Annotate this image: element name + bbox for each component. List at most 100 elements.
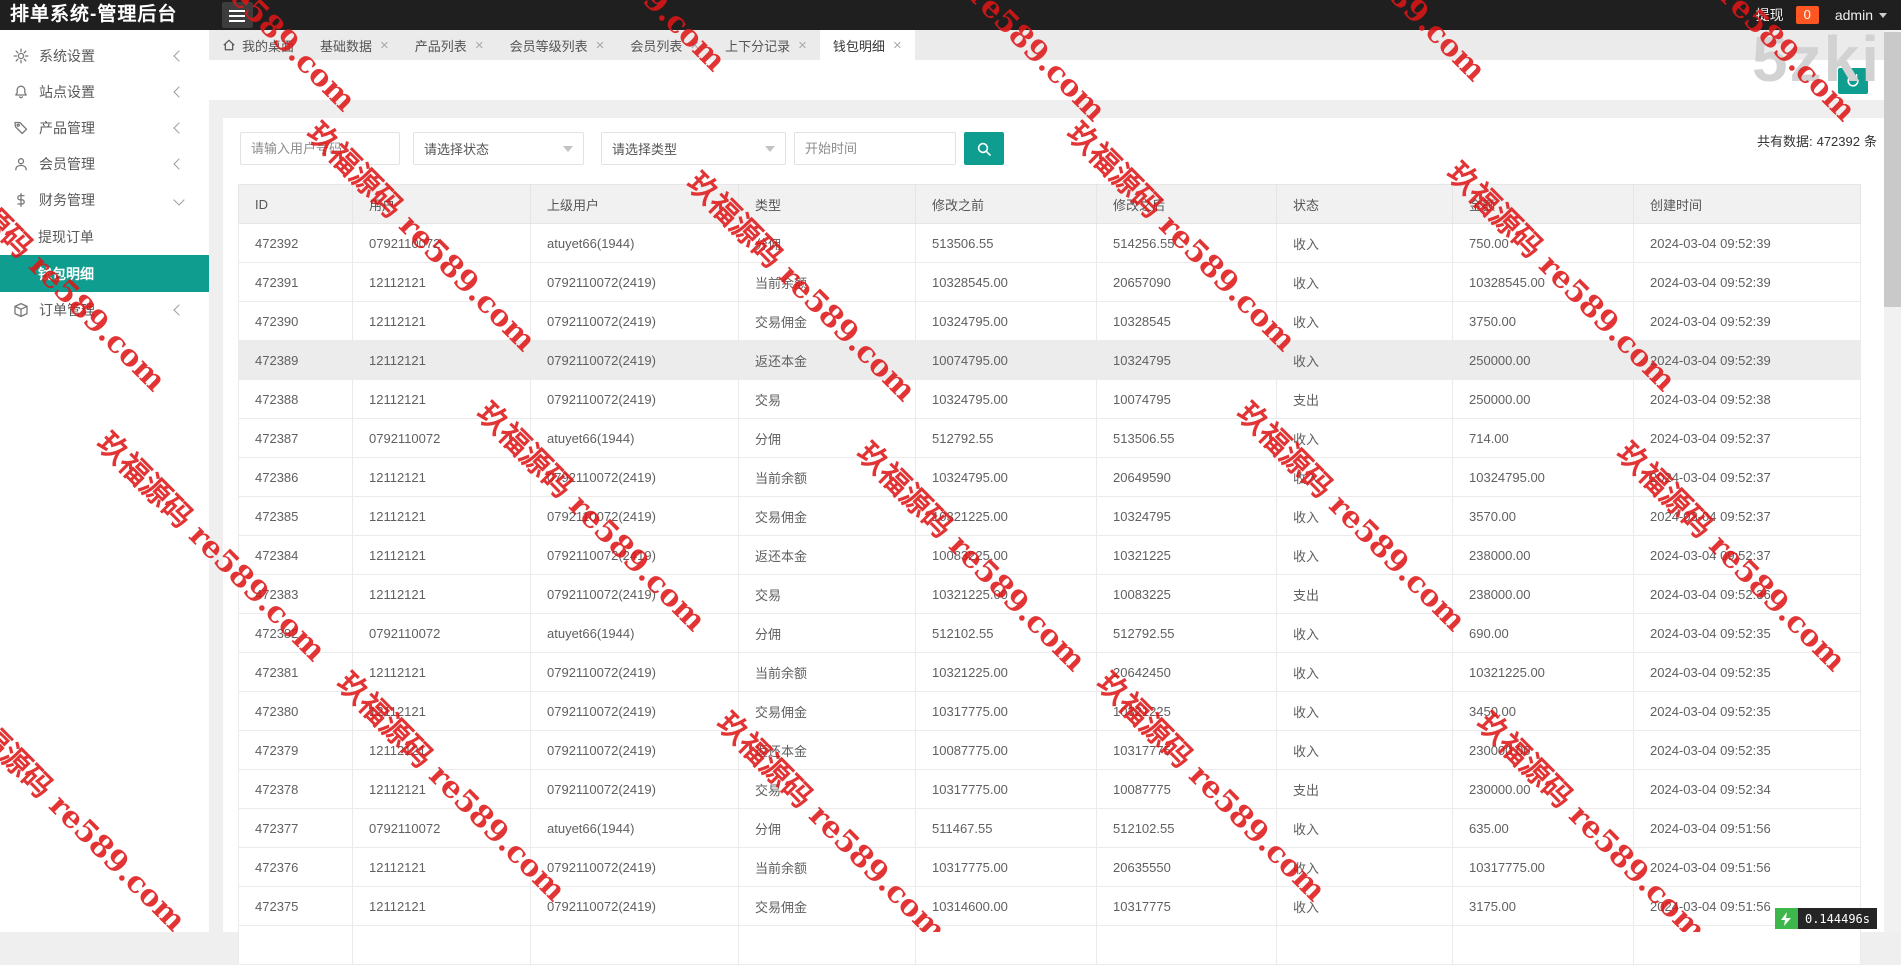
user-menu[interactable]: admin xyxy=(1835,7,1873,23)
sidebar-subitem-wallet-details[interactable]: 钱包明细 xyxy=(0,255,209,292)
table-cell: 0792110072(2419) xyxy=(530,262,739,302)
table-cell: 0792110072 xyxy=(352,613,531,653)
sidebar-item-label: 站点设置 xyxy=(39,84,95,100)
table-cell: 511467.55 xyxy=(915,808,1097,848)
table-cell: 12112121 xyxy=(352,886,531,926)
table-cell: 512792.55 xyxy=(915,418,1097,458)
tab-close-icon[interactable]: × xyxy=(596,38,605,53)
table-cell: 10328545 xyxy=(1096,301,1277,341)
tab-product-list[interactable]: 产品列表 × xyxy=(402,30,497,60)
table-cell: 支出 xyxy=(1276,574,1453,614)
chevron-left-icon xyxy=(173,122,185,134)
table-cell: 10321225 xyxy=(1096,691,1277,731)
table-cell: 2024-03-04 09:52:39 xyxy=(1633,223,1861,263)
tab-updown-records[interactable]: 上下分记录 × xyxy=(712,30,820,60)
table-cell: 返还本金 xyxy=(738,535,916,575)
table-row: 472390 12112121 0792110072(2419) 交易佣金 103247… xyxy=(238,301,1861,341)
tab-wallet-details[interactable]: 钱包明细 × xyxy=(819,30,915,60)
table-cell: 12112121 xyxy=(352,535,531,575)
sidebar-item-order-management[interactable]: 订单管理 xyxy=(0,292,209,328)
table-cell xyxy=(1096,925,1277,965)
withdraw-link[interactable]: 提现 xyxy=(1756,5,1784,25)
tab-member-list[interactable]: 会员列表 × xyxy=(617,30,712,60)
table-cell: 2024-03-04 09:52:35 xyxy=(1633,613,1861,653)
table-cell: 12112121 xyxy=(352,691,531,731)
table-header-row: ID 用户 上级用户 类型 修改之前 修改之后 状态 金额 创建时间 xyxy=(238,184,1861,224)
type-select[interactable]: 请选择类型 xyxy=(601,132,786,165)
status-select-value: 请选择状态 xyxy=(424,142,490,157)
table-cell: 收入 xyxy=(1276,691,1453,731)
table-cell: 0792110072(2419) xyxy=(530,769,739,809)
filter-bar: 请选择状态 请选择类型 xyxy=(240,132,1004,165)
table-cell: 472388 xyxy=(238,379,353,419)
table-cell: 12112121 xyxy=(352,340,531,380)
sidebar-item-label: 财务管理 xyxy=(39,192,95,208)
table-cell: 20649590 xyxy=(1096,457,1277,497)
table-cell xyxy=(915,925,1097,965)
table-cell: 3750.00 xyxy=(1452,301,1634,341)
sidebar-item-product-management[interactable]: 产品管理 xyxy=(0,110,209,146)
chevron-left-icon xyxy=(173,304,185,316)
tab-home[interactable]: 我的桌面 xyxy=(209,30,307,60)
table-cell: 交易 xyxy=(738,769,916,809)
table-cell: 472391 xyxy=(238,262,353,302)
status-select[interactable]: 请选择状态 xyxy=(413,132,584,165)
finance-icon xyxy=(13,192,29,208)
column-header: 创建时间 xyxy=(1633,184,1861,224)
table-row: 472378 12112121 0792110072(2419) 交易 10317775… xyxy=(238,769,1861,809)
table-cell: 收入 xyxy=(1276,886,1453,926)
table-cell: 0792110072(2419) xyxy=(530,847,739,887)
sidebar-subitem-withdraw-orders[interactable]: 提现订单 xyxy=(0,218,209,255)
table-cell: 0792110072(2419) xyxy=(530,457,739,497)
sidebar-item-system-settings[interactable]: 系统设置 xyxy=(0,38,209,74)
table-row: 472376 12112121 0792110072(2419) 当前余额 103177… xyxy=(238,847,1861,887)
tab-close-icon[interactable]: × xyxy=(798,38,807,53)
tab-close-icon[interactable]: × xyxy=(475,38,484,53)
table-row: 472387 0792110072 atuyet66(1944) 分佣 512792.5… xyxy=(238,418,1861,458)
scrollbar-thumb[interactable] xyxy=(1884,32,1901,307)
table-cell: 0792110072 xyxy=(352,808,531,848)
table-cell: 12112121 xyxy=(352,847,531,887)
table-cell: 分佣 xyxy=(738,613,916,653)
table-cell: 472381 xyxy=(238,652,353,692)
table-cell: 10087775 xyxy=(1096,769,1277,809)
table-cell: 10317775 xyxy=(1096,886,1277,926)
topbar-right: 提现 0 admin xyxy=(1756,0,1887,30)
tab-close-icon[interactable]: × xyxy=(690,38,699,53)
refresh-button[interactable] xyxy=(1838,68,1868,94)
table-cell: 2024-03-04 09:52:35 xyxy=(1633,652,1861,692)
table-cell: 10321225 xyxy=(1096,535,1277,575)
table-cell: 10324795.00 xyxy=(1452,457,1634,497)
table-cell: 512102.55 xyxy=(915,613,1097,653)
table-cell: 0792110072(2419) xyxy=(530,301,739,341)
tab-close-icon[interactable]: × xyxy=(893,38,902,53)
table-cell: 0792110072 xyxy=(352,223,531,263)
table-cell: 10324795.00 xyxy=(915,301,1097,341)
user-search-input[interactable] xyxy=(240,132,400,165)
search-button[interactable] xyxy=(964,132,1004,165)
table-cell: 收入 xyxy=(1276,847,1453,887)
sidebar-item-member-management[interactable]: 会员管理 xyxy=(0,146,209,182)
sidebar-item-finance-management[interactable]: 财务管理 xyxy=(0,182,209,218)
tab-member-level-list[interactable]: 会员等级列表 × xyxy=(497,30,618,60)
start-time-input[interactable] xyxy=(794,132,956,165)
chevron-down-icon xyxy=(563,145,573,152)
table-row: 472381 12112121 0792110072(2419) 当前余额 103212… xyxy=(238,652,1861,692)
table-cell: 收入 xyxy=(1276,808,1453,848)
table-cell: 交易佣金 xyxy=(738,301,916,341)
table-row: 472391 12112121 0792110072(2419) 当前余额 103285… xyxy=(238,262,1861,302)
table-row: 472379 12112121 0792110072(2419) 返还本金 100877… xyxy=(238,730,1861,770)
vertical-scrollbar[interactable] xyxy=(1884,30,1901,932)
table-cell: 分佣 xyxy=(738,808,916,848)
chevron-left-icon xyxy=(173,86,185,98)
sidebar-item-site-settings[interactable]: 站点设置 xyxy=(0,74,209,110)
table-cell: 472378 xyxy=(238,769,353,809)
hamburger-menu-button[interactable] xyxy=(222,2,253,28)
table-row: 472389 12112121 0792110072(2419) 返还本金 100747… xyxy=(238,340,1861,380)
table-cell: atuyet66(1944) xyxy=(530,808,739,848)
table-cell: 交易 xyxy=(738,379,916,419)
tab-basic-data[interactable]: 基础数据 × xyxy=(307,30,402,60)
column-header: 修改之后 xyxy=(1096,184,1277,224)
tab-close-icon[interactable]: × xyxy=(380,38,389,53)
table-cell: 0792110072(2419) xyxy=(530,574,739,614)
